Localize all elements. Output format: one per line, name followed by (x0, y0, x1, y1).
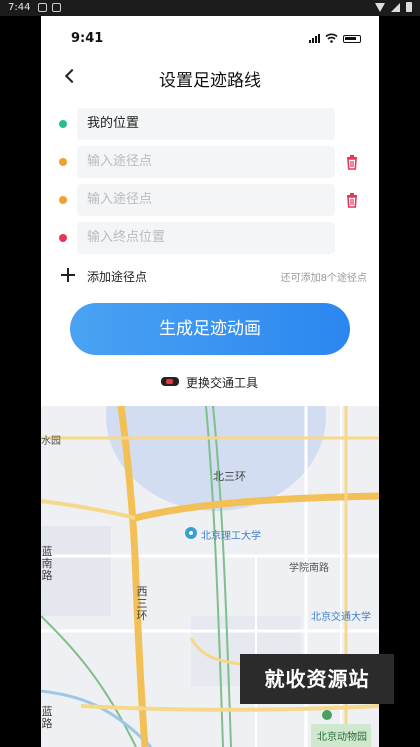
map-label-left-road: 蓝南路 (41, 545, 53, 582)
wifi-icon (325, 33, 338, 43)
watermark-overlay: 就收资源站 (240, 654, 394, 704)
ios-time: 9:41 (71, 31, 104, 46)
end-dot-icon (59, 234, 67, 242)
end-row: 输入终点位置 (41, 222, 379, 254)
map-label-bjtu: 北京交通大学 (311, 612, 371, 623)
change-transport-row: 更换交通工具 (41, 372, 379, 392)
map-label-xueyuan-south: 学院南路 (289, 563, 329, 574)
gallery-notification-icon (52, 3, 61, 12)
map-label-zoo: 北京动物园 (317, 732, 367, 743)
start-row: 我的位置 (41, 108, 379, 140)
map-label-north-third-ring: 北三环 (213, 470, 246, 483)
destination-input[interactable]: 输入终点位置 (77, 222, 335, 254)
wifi-icon (375, 2, 385, 12)
nav-header: 设置足迹路线 (41, 60, 379, 100)
trash-icon[interactable] (343, 153, 361, 171)
ios-status-bar: 9:41 (41, 16, 379, 60)
generate-animation-button[interactable]: 生成足迹动画 (70, 303, 350, 355)
signal-icon (309, 34, 320, 43)
page-title: 设置足迹路线 (159, 71, 261, 91)
trash-icon[interactable] (343, 191, 361, 209)
start-dot-icon (59, 120, 67, 128)
waypoint-dot-icon (59, 158, 67, 166)
cellular-icon (391, 2, 400, 12)
plus-icon[interactable] (59, 266, 77, 284)
change-transport-button[interactable]: 更换交通工具 (186, 374, 258, 391)
waypoint-row: 输入途径点 (41, 184, 379, 216)
waypoint-row: 输入途径点 (41, 146, 379, 178)
map-label-bit: 北京理工大学 (201, 531, 261, 542)
app-screen: 9:41 设置足迹路线 我的位置 输入途径点 输入途径点 输入终点位置 添加途径… (41, 16, 379, 747)
waypoint-input[interactable]: 输入途径点 (77, 146, 335, 178)
car-icon[interactable] (161, 377, 179, 386)
start-location-field[interactable]: 我的位置 (77, 108, 335, 140)
battery-icon (406, 2, 412, 12)
android-status-bar: 7:44 (0, 0, 420, 16)
map-label-garden: 水园 (41, 436, 61, 447)
add-waypoint-button[interactable]: 添加途径点 (87, 268, 147, 285)
add-waypoint-row: 添加途径点 还可添加8个途径点 (41, 264, 379, 288)
map-label-west-third-ring: 西三环 (136, 585, 148, 622)
waypoint-remaining-hint: 还可添加8个途径点 (280, 273, 367, 284)
notification-icon (38, 3, 47, 12)
battery-icon (343, 35, 361, 43)
android-time: 7:44 (8, 2, 31, 13)
waypoint-dot-icon (59, 196, 67, 204)
map-label-left-road-2: 蓝路 (41, 705, 53, 730)
waypoint-input[interactable]: 输入途径点 (77, 184, 335, 216)
